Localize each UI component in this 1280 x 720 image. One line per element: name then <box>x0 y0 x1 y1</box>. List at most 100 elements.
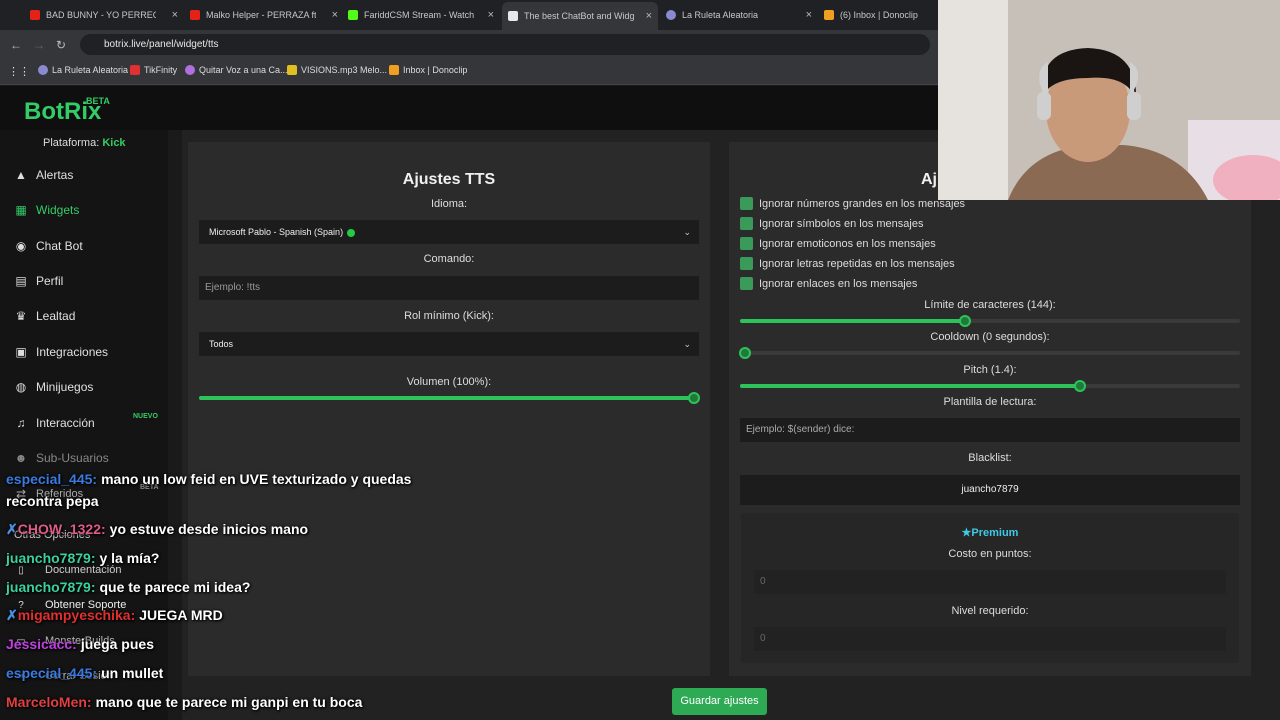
template-input[interactable]: Ejemplo: $(sender) dice: <box>740 418 1240 442</box>
close-tab-icon[interactable]: × <box>806 9 812 21</box>
blacklist-input[interactable]: juancho7879 <box>740 475 1240 505</box>
chat-message: ✗CHOW_1322: yo estuve desde inicios mano <box>6 521 308 538</box>
close-tab-icon[interactable]: × <box>646 10 652 22</box>
bookmark[interactable]: La Ruleta Aleatoria <box>38 65 128 75</box>
youtube-icon <box>30 10 40 20</box>
checkbox[interactable] <box>740 237 753 250</box>
checkbox-ignore-symbols[interactable]: Ignorar símbolos en los mensajes <box>740 217 923 230</box>
kick-icon <box>348 10 358 20</box>
reload-icon[interactable]: ↻ <box>56 38 66 52</box>
checkbox-ignore-emotes[interactable]: Ignorar emoticonos en los mensajes <box>740 237 936 250</box>
char-limit-label: Límite de caracteres (144): <box>924 299 1056 311</box>
browser-tab[interactable]: Malko Helper - PERRAZA ft. C.C × <box>190 4 338 26</box>
chat-text: y la mía? <box>99 550 160 566</box>
browser-tab[interactable]: BAD BUNNY - YO PERREO SOLA × <box>30 4 178 26</box>
chat-username: MarceloMen: <box>6 694 92 710</box>
chat-text: yo estuve desde inicios mano <box>109 521 309 537</box>
robot-icon: ◉ <box>15 239 27 253</box>
slider-handle[interactable] <box>959 315 971 327</box>
browser-tab[interactable]: FariddCSM Stream - Watch Live × <box>348 4 494 26</box>
template-label: Plantilla de lectura: <box>943 396 1037 408</box>
platform-indicator: Plataforma: Kick <box>43 137 126 149</box>
plug-icon: ▣ <box>15 345 27 359</box>
chat-message: Jessicacc: juega pues <box>6 636 154 652</box>
chat-text: mano que te parece mi ganpi en tu boca <box>95 694 363 710</box>
slider-handle[interactable] <box>688 392 700 404</box>
bookmark[interactable]: TikFinity <box>130 65 177 75</box>
bookmark[interactable]: VISIONS.mp3 Melo... <box>287 65 387 75</box>
sidebar-item-interaccion[interactable]: ♫ Interacción <box>14 416 95 430</box>
webcam-overlay <box>938 0 1280 200</box>
volume-slider[interactable] <box>199 392 700 404</box>
command-label: Comando: <box>423 253 475 265</box>
cost-input[interactable]: 0 <box>754 570 1226 594</box>
slider-handle[interactable] <box>739 347 751 359</box>
slider-fill <box>740 384 1080 388</box>
browser-tab[interactable]: La Ruleta Aleatoria × <box>666 4 812 26</box>
language-label: Idioma: <box>430 198 468 210</box>
checkbox-ignore-links[interactable]: Ignorar enlaces en los mensajes <box>740 277 917 290</box>
close-tab-icon[interactable]: × <box>488 9 494 21</box>
music-icon: ♫ <box>16 416 26 430</box>
chat-message: recontra pepa <box>6 493 99 509</box>
back-icon[interactable]: ← <box>10 38 22 52</box>
close-tab-icon[interactable]: × <box>332 9 338 21</box>
checkbox[interactable] <box>740 277 753 290</box>
bookmark[interactable]: Quitar Voz a una Ca... <box>185 65 288 75</box>
forward-icon[interactable]: → <box>33 38 45 52</box>
chevron-down-icon: ⌄ <box>683 227 691 237</box>
command-input[interactable]: Ejemplo: !tts <box>199 276 699 300</box>
sidebar-item-integraciones[interactable]: ▣ Integraciones <box>14 345 108 359</box>
panel-title-partial: Aj <box>921 171 937 188</box>
sword-icon: ✗ <box>6 607 18 623</box>
tikfinity-icon <box>130 65 140 75</box>
level-input[interactable]: 0 <box>754 627 1226 651</box>
browser-tab-active[interactable]: The best ChatBot and Widgets × <box>502 2 658 30</box>
chat-username: juancho7879: <box>6 550 96 566</box>
star-icon: ★ <box>961 527 972 539</box>
sword-icon: ✗ <box>6 521 18 537</box>
slider-fill <box>740 319 965 323</box>
checkbox[interactable] <box>740 197 753 210</box>
youtube-icon <box>190 10 200 20</box>
sidebar-item-alertas[interactable]: ▲ Alertas <box>14 168 73 182</box>
volume-label: Volumen (100%): <box>406 376 492 388</box>
donoclip-icon <box>824 10 834 20</box>
sidebar-item-minijuegos[interactable]: ◍ Minijuegos <box>14 380 94 394</box>
checkbox-ignore-repeated[interactable]: Ignorar letras repetidas en los mensajes <box>740 257 955 270</box>
checkbox[interactable] <box>740 217 753 230</box>
slider-handle[interactable] <box>1074 380 1086 392</box>
id-card-icon: ▤ <box>15 274 27 288</box>
sidebar-item-lealtad[interactable]: ♛ Lealtad <box>14 309 76 323</box>
wheel-icon <box>38 65 48 75</box>
checkbox[interactable] <box>740 257 753 270</box>
url-input[interactable]: botrix.live/panel/widget/tts <box>80 34 930 55</box>
bookmark[interactable]: Inbox | Donoclip <box>389 65 467 75</box>
cost-label: Costo en puntos: <box>948 548 1032 560</box>
checkbox-ignore-numbers[interactable]: Ignorar números grandes en los mensajes <box>740 197 965 210</box>
role-select[interactable]: Todos ⌄ <box>199 332 699 356</box>
donoclip-icon <box>389 65 399 75</box>
gamepad-icon: ◍ <box>15 380 27 394</box>
sidebar-item-perfil[interactable]: ▤ Perfil <box>14 274 63 288</box>
chat-username: especial_445: <box>6 665 98 681</box>
char-limit-slider[interactable] <box>740 315 1240 327</box>
sidebar-item-chat-bot[interactable]: ◉ Chat Bot <box>14 239 83 253</box>
pitch-slider[interactable] <box>740 380 1240 392</box>
cooldown-slider[interactable] <box>739 347 1240 359</box>
level-label: Nivel requerido: <box>951 605 1029 617</box>
bookmarks-bar: ⋮⋮ La Ruleta Aleatoria TikFinity Quitar … <box>0 59 938 85</box>
close-tab-icon[interactable]: × <box>172 9 178 21</box>
sidebar-item-sub-usuarios[interactable]: ☻ Sub-Usuarios <box>14 451 109 465</box>
nuevo-badge: NUEVO <box>133 413 158 420</box>
chat-text: recontra pepa <box>6 493 99 509</box>
drive-icon <box>287 65 297 75</box>
chat-message: ✗migampyeschika: JUEGA MRD <box>6 607 223 624</box>
browser-tab[interactable]: (6) Inbox | Donoclip <box>824 4 936 26</box>
apps-icon[interactable]: ⋮⋮ <box>8 65 30 78</box>
blacklist-label: Blacklist: <box>968 452 1012 464</box>
language-select[interactable]: Microsoft Pablo - Spanish (Spain) ⌄ <box>199 220 699 244</box>
sidebar-item-widgets[interactable]: ▦ Widgets <box>14 203 79 217</box>
save-settings-button[interactable]: Guardar ajustes <box>672 688 767 715</box>
wheel-icon <box>666 10 676 20</box>
